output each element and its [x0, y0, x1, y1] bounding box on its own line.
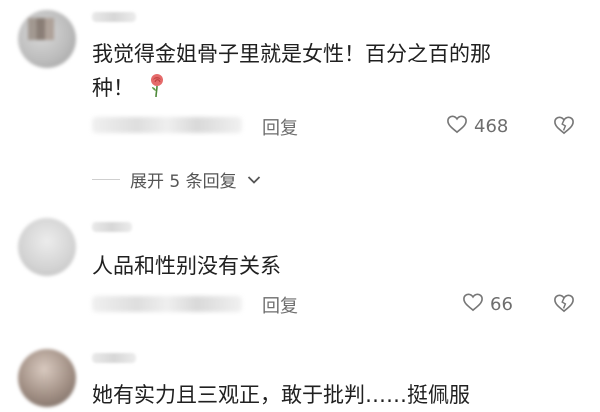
timestamp-location-redacted [92, 296, 242, 312]
like-button[interactable]: 66 [462, 292, 513, 317]
reply-button[interactable]: 回复 [262, 114, 298, 140]
avatar[interactable] [18, 10, 76, 68]
expand-replies-button[interactable]: 展开 5 条回复 [92, 167, 261, 192]
heart-outline-icon [446, 114, 468, 139]
username-redacted[interactable] [92, 12, 136, 22]
dislike-button[interactable] [553, 115, 575, 139]
comment-text: 种！ [92, 76, 134, 100]
like-button[interactable]: 468 [446, 114, 508, 139]
username-redacted[interactable] [92, 353, 136, 363]
expand-replies-label: 展开 5 条回复 [130, 172, 237, 192]
like-count: 468 [474, 116, 509, 137]
avatar[interactable] [18, 349, 76, 407]
avatar-mosaic [28, 18, 54, 40]
dislike-button[interactable] [553, 293, 575, 317]
avatar[interactable] [18, 218, 76, 276]
chevron-down-icon [247, 170, 261, 190]
username-redacted[interactable] [92, 222, 132, 232]
comment-text: 人品和性别没有关系 [92, 254, 281, 278]
broken-heart-icon [553, 116, 575, 139]
divider-line [92, 179, 120, 180]
timestamp-location-redacted [92, 117, 242, 133]
broken-heart-icon [553, 294, 575, 317]
comment-text-line1: 我觉得金姐骨子里就是女性！百分之百的那 [92, 42, 491, 66]
comment-text: 她有实力且三观正，敢于批判……挺佩服 [92, 383, 470, 407]
like-count: 66 [490, 294, 513, 315]
comment-text-line2: 种！ [92, 72, 165, 108]
rose-emoji-icon [149, 72, 165, 108]
reply-button[interactable]: 回复 [262, 292, 298, 318]
heart-outline-icon [462, 292, 484, 317]
